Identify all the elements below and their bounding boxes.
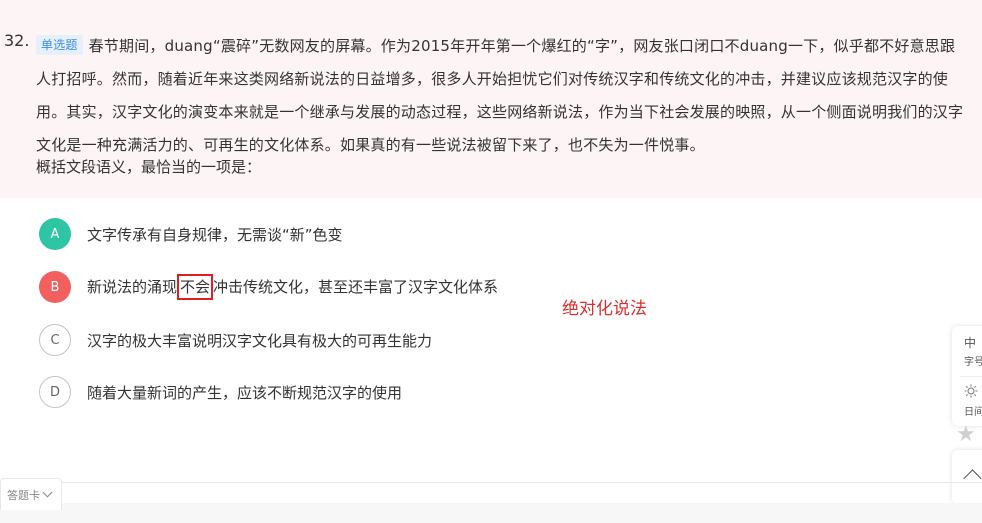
option-b[interactable]: B 新说法的涌现 不会 冲击传统文化，甚至还丰富了汉字文化体系 [39, 270, 498, 304]
option-a-text[interactable]: 文字传承有自身规律，无需谈“新”色变 [87, 224, 343, 245]
question-block: 32. 单选题 春节期间，duang“震碎”无数网友的屏幕。作为2015年开年第一… [0, 0, 982, 198]
option-b-circle[interactable]: B [39, 271, 71, 303]
tool-panel: 中 字号 日间 [952, 326, 982, 426]
question-number: 32. [4, 31, 30, 50]
star-icon[interactable]: ★ [956, 422, 976, 447]
option-a-circle[interactable]: A [39, 218, 71, 250]
option-d-text[interactable]: 随着大量新词的产生，应该不断规范汉字的使用 [87, 382, 402, 403]
tool-divider [960, 376, 982, 377]
answer-card-label: 答题卡 [7, 488, 40, 502]
option-d-circle[interactable]: D [39, 376, 71, 408]
practice-page: 32. 单选题 春节期间，duang“震碎”无数网友的屏幕。作为2015年开年第一… [0, 0, 982, 523]
question-prompt: 概括文段语义，最恰当的一项是： [36, 158, 262, 176]
font-size-button[interactable]: 中 字号 [964, 334, 982, 368]
option-a[interactable]: A 文字传承有自身规律，无需谈“新”色变 [39, 217, 343, 251]
highlight-box: 不会 [177, 274, 214, 300]
chevron-up-icon [963, 469, 982, 488]
chevron-down-icon [42, 487, 53, 498]
annotation-note: 绝对化说法 [562, 299, 647, 319]
bottom-divider [0, 482, 982, 483]
bottom-strip [0, 503, 982, 523]
option-c-circle[interactable]: C [39, 324, 71, 356]
option-c[interactable]: C 汉字的极大丰富说明汉字文化具有极大的可再生能力 [39, 323, 432, 357]
question-type-tag: 单选题 [36, 35, 83, 55]
font-size-label: 字号 [964, 357, 982, 368]
question-body: 春节期间，duang“震碎”无数网友的屏幕。作为2015年开年第一个爆红的“字”… [36, 37, 964, 154]
font-size-value: 中 [964, 336, 977, 350]
question-stem: 单选题 春节期间，duang“震碎”无数网友的屏幕。作为2015年开年第一个爆红的… [36, 30, 970, 162]
day-mode-button[interactable]: 日间 [964, 384, 982, 418]
option-b-text-before: 新说法的涌现 [87, 278, 178, 296]
option-c-text[interactable]: 汉字的极大丰富说明汉字文化具有极大的可再生能力 [87, 330, 432, 351]
sun-icon [964, 384, 982, 401]
option-d[interactable]: D 随着大量新词的产生，应该不断规范汉字的使用 [39, 375, 402, 409]
option-b-text[interactable]: 新说法的涌现 不会 冲击传统文化，甚至还丰富了汉字文化体系 [87, 274, 498, 300]
back-to-top-button[interactable] [952, 450, 982, 504]
day-mode-label: 日间 [964, 407, 982, 418]
option-b-text-after: 冲击传统文化，甚至还丰富了汉字文化体系 [213, 278, 499, 296]
answer-card-toggle[interactable]: 答题卡 [0, 478, 62, 510]
